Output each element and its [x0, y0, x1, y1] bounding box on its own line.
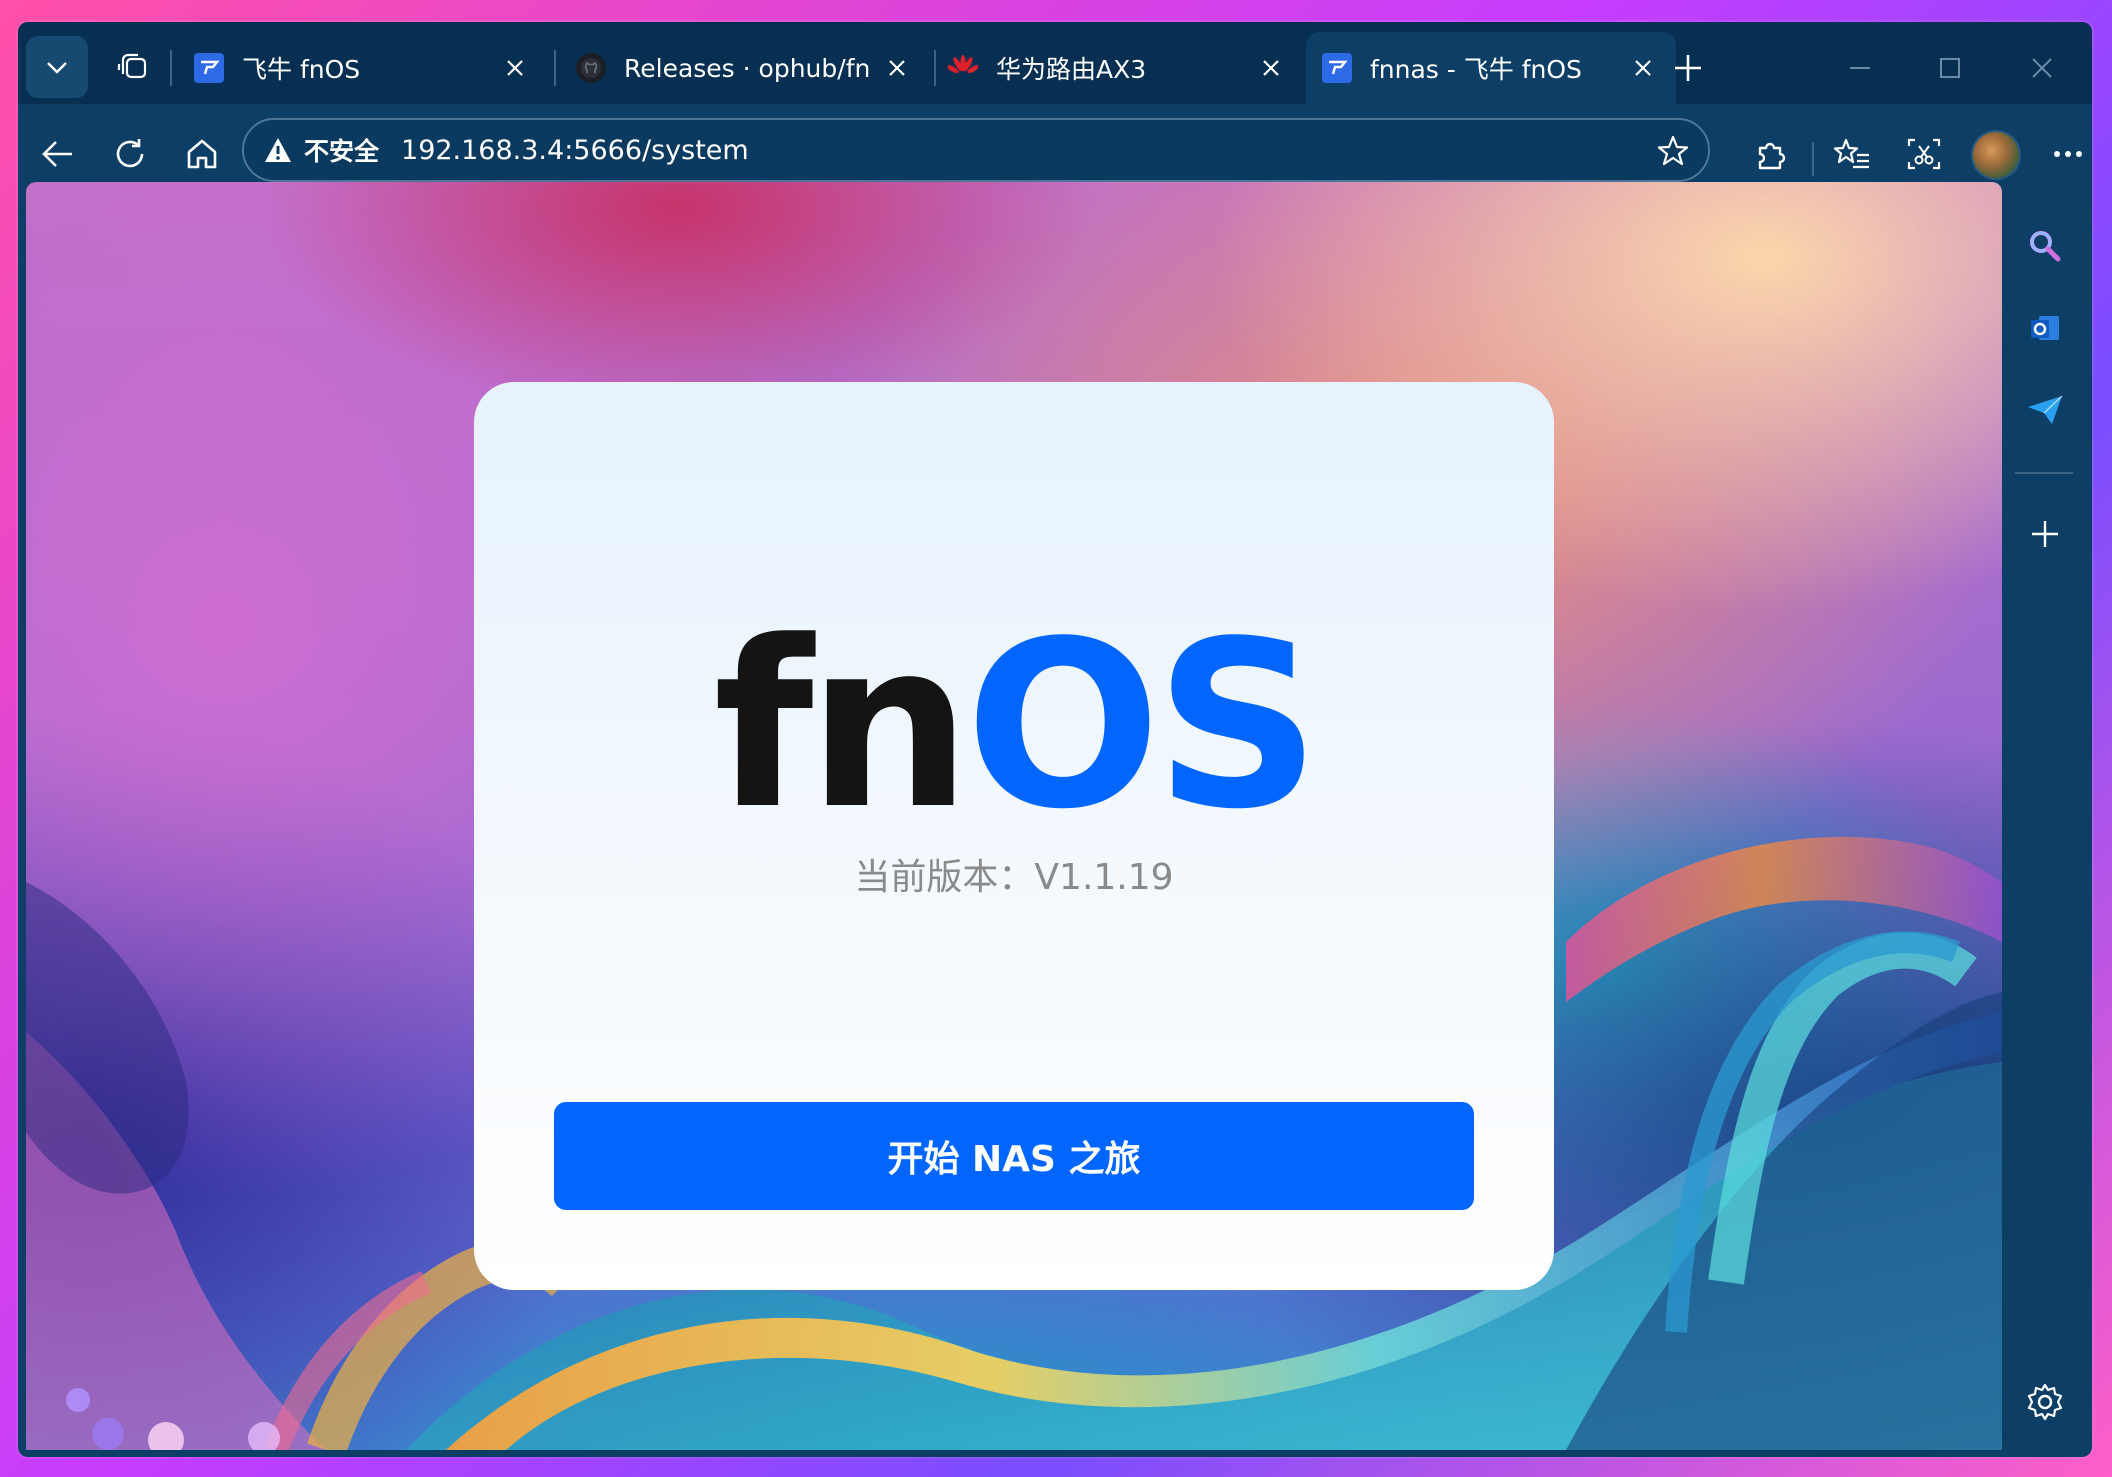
tab-close-button[interactable] — [1628, 53, 1658, 83]
github-favicon-icon — [576, 53, 606, 83]
home-button[interactable] — [172, 124, 232, 184]
workspaces-button[interactable] — [102, 36, 164, 98]
fnos-favicon-icon — [1322, 53, 1352, 83]
minimize-icon — [1850, 67, 1870, 69]
tab-title: fnnas - 飞牛 fnOS — [1370, 55, 1582, 84]
tab-title: 飞牛 fnOS — [242, 55, 361, 84]
chevron-down-icon — [47, 62, 67, 74]
logo-text-fn: fn — [713, 593, 972, 860]
page-viewport: fnOS 当前版本：V1.1.19 开始 NAS 之旅 — [26, 182, 2002, 1450]
tab-separator — [170, 50, 172, 86]
sidebar-settings-button[interactable] — [2015, 1372, 2075, 1432]
edge-sidebar — [1998, 204, 2092, 1457]
extensions-button[interactable] — [1740, 124, 1800, 184]
security-label[interactable]: 不安全 — [304, 132, 379, 168]
maximize-button[interactable] — [1920, 44, 1980, 92]
sidebar-outlook-button[interactable] — [2015, 298, 2075, 358]
gear-icon — [2027, 1383, 2063, 1421]
tab-title: 华为路由AX3 — [996, 55, 1147, 84]
back-button[interactable] — [28, 124, 88, 184]
toolbar-separator — [1812, 142, 1814, 176]
huawei-favicon-icon — [948, 53, 978, 83]
close-icon — [2032, 58, 2052, 78]
tab-strip: 飞牛 fnOS Releases · ophub/fnnas · 华为路由AX3 — [18, 22, 2092, 104]
more-dots-icon — [2054, 151, 2082, 157]
tab-github-releases[interactable]: Releases · ophub/fnnas · — [560, 32, 930, 104]
minimize-button[interactable] — [1830, 44, 1890, 92]
sidebar-add-button[interactable] — [2015, 504, 2075, 564]
search-icon — [2030, 231, 2061, 262]
arrow-left-icon — [42, 141, 72, 167]
favorites-button[interactable] — [1822, 124, 1882, 184]
more-menu-button[interactable] — [2038, 124, 2092, 184]
close-icon — [507, 60, 523, 76]
fnos-favicon-icon — [194, 53, 224, 83]
maximize-icon — [1940, 58, 1960, 78]
start-nas-button[interactable]: 开始 NAS 之旅 — [554, 1102, 1474, 1210]
profile-avatar[interactable] — [1973, 132, 2019, 178]
logo-text-os: OS — [965, 593, 1320, 860]
home-icon — [187, 139, 217, 169]
plus-icon — [1675, 55, 1701, 81]
browser-window: 飞牛 fnOS Releases · ophub/fnnas · 华为路由AX3 — [18, 22, 2092, 1457]
sidebar-search-button[interactable] — [2015, 216, 2075, 276]
plus-icon — [2032, 521, 2058, 547]
screenshot-button[interactable] — [1894, 124, 1954, 184]
close-icon — [1263, 60, 1279, 76]
tab-close-button[interactable] — [500, 53, 530, 83]
warning-icon[interactable] — [262, 134, 294, 166]
tab-fnos[interactable]: 飞牛 fnOS — [178, 32, 548, 104]
screenshot-scissors-icon — [1907, 138, 1941, 170]
puzzle-icon — [1758, 142, 1786, 170]
favorites-list-icon — [1833, 138, 1869, 169]
url-text[interactable]: 192.168.3.4:5666/system — [401, 135, 749, 166]
outlook-icon — [2031, 316, 2059, 340]
welcome-card: fnOS 当前版本：V1.1.19 开始 NAS 之旅 — [474, 382, 1554, 1290]
close-icon — [1635, 60, 1651, 76]
paper-plane-icon — [2028, 395, 2063, 424]
version-text: 当前版本：V1.1.19 — [854, 857, 1174, 898]
tab-fnnas-active[interactable]: fnnas - 飞牛 fnOS — [1306, 32, 1676, 104]
tab-separator — [554, 50, 556, 86]
tab-close-button[interactable] — [882, 53, 912, 83]
refresh-icon — [116, 139, 144, 168]
workspaces-icon — [117, 53, 147, 79]
sidebar-separator — [2015, 472, 2073, 474]
refresh-button[interactable] — [100, 124, 160, 184]
tab-huawei-router[interactable]: 华为路由AX3 — [932, 32, 1304, 104]
favorite-star-icon[interactable] — [1656, 134, 1690, 168]
tab-actions-button[interactable] — [26, 36, 88, 98]
address-bar[interactable]: 不安全 192.168.3.4:5666/system — [242, 118, 1710, 182]
tab-title: Releases · ophub/fnnas · — [624, 53, 872, 83]
fnos-logo: fnOS — [474, 612, 1554, 842]
close-icon — [889, 60, 905, 76]
tab-close-button[interactable] — [1256, 53, 1286, 83]
new-tab-button[interactable] — [1664, 44, 1712, 92]
close-window-button[interactable] — [2012, 44, 2072, 92]
sidebar-send-button[interactable] — [2015, 380, 2075, 440]
